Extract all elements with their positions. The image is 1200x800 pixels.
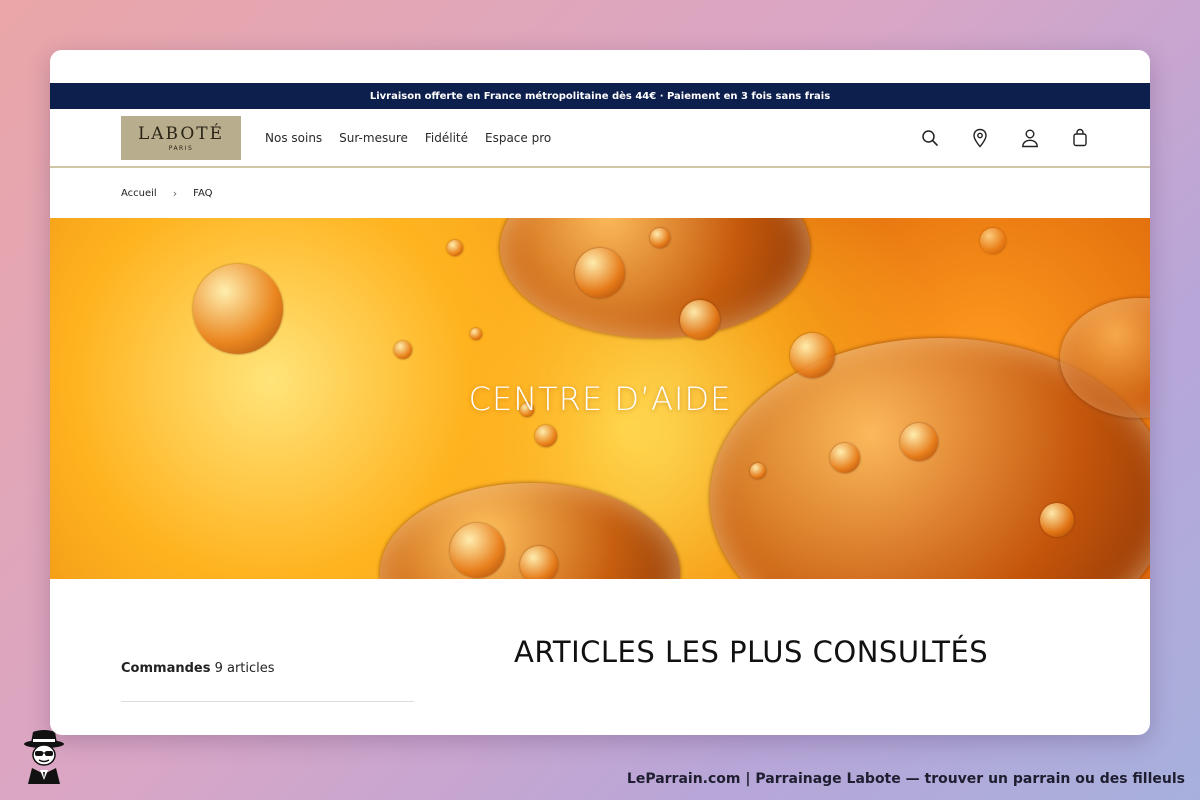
oil-bubble [470,328,482,340]
main-nav: Nos soins Sur-mesure Fidélité Espace pro [265,131,551,145]
category-name: Commandes [121,661,211,676]
location-pin-icon[interactable] [970,128,990,148]
oil-bubble [650,228,670,248]
labote-logo[interactable]: LABOTÉ PARIS [121,115,241,160]
search-icon[interactable] [920,128,940,148]
browser-window: Livraison offerte en France métropolitai… [50,50,1150,735]
mascot-logo-icon [18,728,70,784]
category-divider [121,701,414,702]
footer-caption: LeParrain.com | Parrainage Labote — trou… [626,771,1185,787]
nav-nos-soins[interactable]: Nos soins [265,131,322,145]
oil-bubble [980,228,1006,254]
oil-bubble [447,240,463,256]
hero-title: CENTRE D’AIDE [468,379,732,418]
shopping-bag-icon[interactable] [1070,128,1090,148]
hero-banner: CENTRE D’AIDE [50,218,1150,579]
window-top-gap [50,50,1150,83]
announcement-bar: Livraison offerte en France métropolitai… [50,83,1150,109]
faq-content: ARTICLES LES PLUS CONSULTÉS Commandes 9 … [50,579,1150,735]
category-commandes[interactable]: Commandes 9 articles [121,661,275,676]
oil-bubble [450,523,505,578]
nav-fidelite[interactable]: Fidélité [425,131,468,145]
logo-name: LABOTÉ [137,123,225,144]
oil-bubble [535,425,557,447]
nav-sur-mesure[interactable]: Sur-mesure [339,131,408,145]
chevron-right-icon: › [172,186,178,200]
oil-bubble [680,300,720,340]
announcement-text: Livraison offerte en France métropolitai… [369,90,831,102]
oil-bubble [1040,503,1074,537]
breadcrumb: Accueil › FAQ [50,168,1150,218]
logo-sub: PARIS [168,144,194,152]
oil-bubble [790,333,835,378]
oil-bubble [830,443,860,473]
account-icon[interactable] [1020,128,1040,148]
header-icons [920,128,1090,148]
oil-bubble [394,341,412,359]
nav-espace-pro[interactable]: Espace pro [485,131,551,145]
articles-section-title: ARTICLES LES PLUS CONSULTÉS [514,635,989,669]
site-header: LABOTÉ PARIS Nos soins Sur-mesure Fidéli… [50,109,1150,168]
oil-bubble [900,423,938,461]
oil-bubble [750,463,766,479]
breadcrumb-home[interactable]: Accueil [121,188,157,199]
category-count: 9 articles [214,661,275,676]
oil-bubble [575,248,625,298]
breadcrumb-current: FAQ [193,187,213,199]
oil-bubble [520,546,558,579]
oil-bubble [193,264,283,354]
